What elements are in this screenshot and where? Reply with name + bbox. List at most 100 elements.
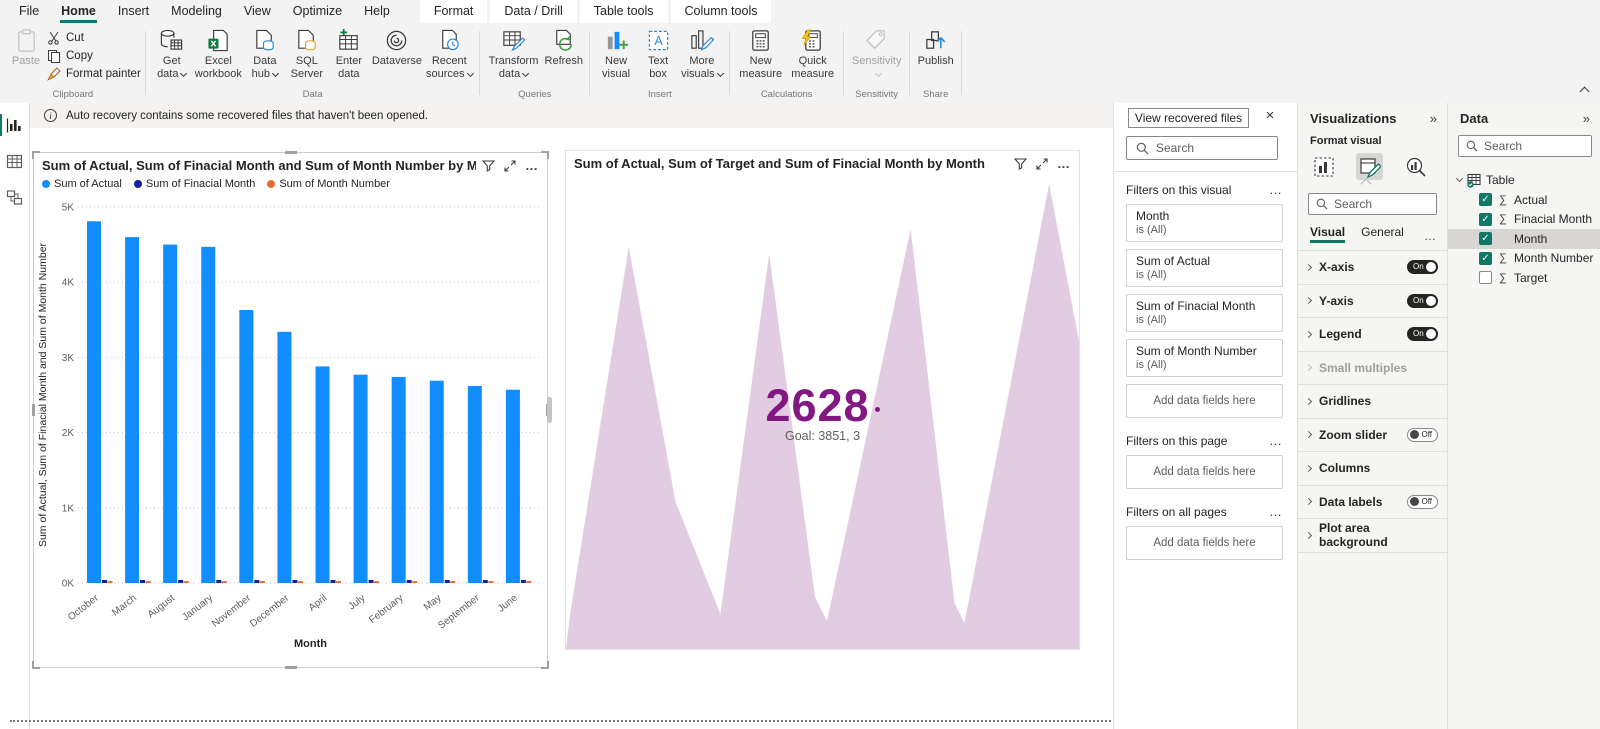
dataverse-button[interactable]: Dataverse	[370, 23, 424, 68]
field-target[interactable]: ∑ Target	[1448, 268, 1600, 288]
analytics-icon[interactable]	[1402, 153, 1429, 180]
tab-home[interactable]: Home	[50, 0, 107, 23]
tab-column-tools[interactable]: Column tools	[671, 0, 772, 23]
tab-modeling[interactable]: Modeling	[160, 0, 233, 23]
checkbox-unchecked-icon[interactable]	[1479, 271, 1492, 284]
focus-mode-icon[interactable]	[504, 160, 516, 172]
filter-card-sum-of-finacial-month[interactable]: Sum of Finacial Month is (All)	[1126, 294, 1283, 332]
filters-search-input[interactable]: Search	[1126, 136, 1278, 160]
close-icon[interactable]: ×	[1261, 107, 1279, 124]
svg-text:June: June	[496, 592, 520, 614]
more-options-icon[interactable]: …	[1269, 437, 1283, 445]
table-name: Table	[1486, 173, 1515, 187]
chevron-down-icon[interactable]	[1456, 175, 1463, 182]
field-finacial-month[interactable]: ✓ ∑ Finacial Month	[1448, 210, 1600, 230]
legend-toggle[interactable]: On	[1407, 327, 1438, 341]
selection-handle[interactable]	[32, 151, 40, 159]
transform-data-button[interactable]: Transform data	[485, 23, 543, 81]
data-hub-button[interactable]: Data hub	[244, 23, 286, 81]
tab-data-drill[interactable]: Data / Drill	[490, 0, 576, 23]
x-axis-toggle[interactable]: On	[1407, 260, 1438, 274]
y-axis-toggle[interactable]: On	[1407, 294, 1438, 308]
tab-optimize[interactable]: Optimize	[282, 0, 353, 23]
field-month[interactable]: ✓ Month	[1448, 229, 1600, 249]
focus-mode-icon[interactable]	[1036, 158, 1048, 170]
tab-visual[interactable]: Visual	[1310, 225, 1345, 243]
tab-insert[interactable]: Insert	[107, 0, 160, 23]
add-data-fields-dropzone[interactable]: Add data fields here	[1126, 526, 1283, 560]
enter-data-button[interactable]: Enter data	[328, 23, 370, 81]
tab-table-tools[interactable]: Table tools	[580, 0, 668, 23]
more-options-icon[interactable]: …	[1057, 160, 1071, 168]
format-row-y-axis[interactable]: Y-axis On	[1298, 285, 1447, 319]
checkbox-checked-icon[interactable]: ✓	[1479, 252, 1492, 265]
kpi-visual[interactable]: Sum of Actual, Sum of Target and Sum of …	[565, 150, 1080, 650]
format-row-columns[interactable]: Columns	[1298, 452, 1447, 486]
build-visual-icon[interactable]	[1310, 153, 1337, 180]
format-row-x-axis[interactable]: X-axis On	[1298, 251, 1447, 285]
report-canvas[interactable]: Sum of Actual, Sum of Finacial Month and…	[30, 128, 1113, 729]
format-row-legend[interactable]: Legend On	[1298, 318, 1447, 352]
more-options-icon[interactable]: …	[1269, 508, 1283, 516]
format-row-plot-area-background[interactable]: Plot area background	[1298, 519, 1447, 553]
selection-handle[interactable]	[32, 404, 35, 416]
text-box-button[interactable]: A Text box	[637, 23, 679, 81]
table-node[interactable]: Table	[1448, 170, 1600, 190]
more-visuals-button[interactable]: More visuals	[679, 23, 725, 81]
selection-handle[interactable]	[285, 151, 297, 154]
get-data-button[interactable]: Get data	[151, 23, 193, 81]
add-data-fields-dropzone[interactable]: Add data fields here	[1126, 455, 1283, 489]
filter-card-sum-of-actual[interactable]: Sum of Actual is (All)	[1126, 249, 1283, 287]
new-visual-button[interactable]: New visual	[595, 23, 637, 81]
selection-handle[interactable]	[285, 666, 297, 669]
visual-resize-grip[interactable]	[547, 397, 552, 423]
refresh-button[interactable]: Refresh	[543, 23, 586, 68]
sql-server-button[interactable]: SQL Server	[286, 23, 328, 81]
excel-workbook-button[interactable]: Excel workbook	[193, 23, 244, 81]
quick-measure-button[interactable]: Quick measure	[787, 23, 839, 81]
sidebar-item-model-view[interactable]	[0, 183, 29, 211]
tab-file[interactable]: File	[8, 0, 50, 23]
format-row-gridlines[interactable]: Gridlines	[1298, 385, 1447, 419]
more-options-icon[interactable]: …	[525, 162, 539, 170]
checkbox-checked-icon[interactable]: ✓	[1479, 232, 1492, 245]
selection-handle[interactable]	[541, 151, 549, 159]
data-labels-toggle[interactable]: Off	[1407, 495, 1438, 509]
collapse-pane-icon[interactable]: »	[1430, 111, 1437, 126]
filter-card-month[interactable]: Month is (All)	[1126, 204, 1283, 242]
sidebar-item-data-view[interactable]	[0, 147, 29, 175]
field-month-number[interactable]: ✓ ∑ Month Number	[1448, 249, 1600, 269]
filter-icon[interactable]	[1014, 158, 1027, 170]
checkbox-checked-icon[interactable]: ✓	[1479, 213, 1492, 226]
selection-handle[interactable]	[32, 661, 40, 669]
tab-format[interactable]: Format	[420, 0, 488, 23]
more-options-icon[interactable]: …	[1424, 229, 1437, 243]
tab-view[interactable]: View	[233, 0, 282, 23]
more-options-icon[interactable]: …	[1269, 186, 1283, 194]
format-search-input[interactable]: Search	[1308, 193, 1437, 215]
copy-button[interactable]: Copy	[47, 49, 141, 63]
collapse-pane-icon[interactable]: »	[1583, 111, 1590, 126]
view-recovered-files-button[interactable]: View recovered files	[1128, 108, 1249, 128]
sidebar-item-report-view[interactable]	[0, 111, 29, 139]
format-row-data-labels[interactable]: Data labels Off	[1298, 486, 1447, 520]
new-measure-button[interactable]: New measure	[735, 23, 787, 81]
checkbox-checked-icon[interactable]: ✓	[1479, 193, 1492, 206]
bar-chart-visual[interactable]: Sum of Actual, Sum of Finacial Month and…	[33, 152, 548, 668]
format-painter-button[interactable]: Format painter	[47, 67, 141, 81]
recent-sources-button[interactable]: Recent sources	[424, 23, 475, 81]
collapse-ribbon-icon[interactable]	[1580, 87, 1590, 97]
filter-card-sum-of-month-number[interactable]: Sum of Month Number is (All)	[1126, 339, 1283, 377]
selection-handle[interactable]	[541, 661, 549, 669]
tab-help[interactable]: Help	[353, 0, 401, 23]
add-data-fields-dropzone[interactable]: Add data fields here	[1126, 384, 1283, 418]
field-actual[interactable]: ✓ ∑ Actual	[1448, 190, 1600, 210]
cut-button[interactable]: Cut	[47, 31, 141, 45]
publish-button[interactable]: Publish	[915, 23, 957, 68]
zoom-slider-toggle[interactable]: Off	[1407, 428, 1438, 442]
format-visual-icon[interactable]	[1356, 153, 1383, 180]
format-row-zoom-slider[interactable]: Zoom slider Off	[1298, 419, 1447, 453]
filter-icon[interactable]	[482, 160, 495, 172]
tab-general[interactable]: General	[1361, 225, 1404, 243]
data-search-input[interactable]: Search	[1458, 135, 1592, 157]
